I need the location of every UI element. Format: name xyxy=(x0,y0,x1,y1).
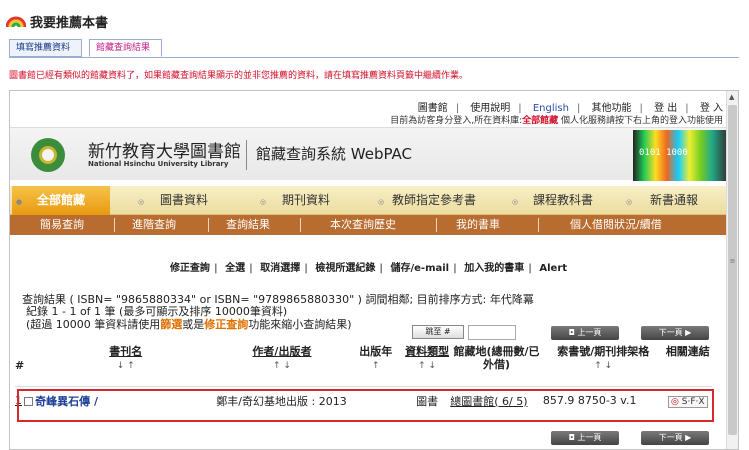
system-name: 館藏查詢系統 WebPAC xyxy=(256,145,413,163)
library-name-en: National Hsinchu University Library xyxy=(88,160,229,168)
filter-link[interactable]: 篩選 xyxy=(160,318,182,331)
nav-textbooks[interactable]: ◎ 課程教科書 xyxy=(508,186,618,215)
books-banner-image: 0101 1000 xyxy=(633,130,727,181)
sub-nav: 簡易查詢 進階查詢 查詢結果 本次查詢歷史 我的書車 個人借閱狀況/續借 xyxy=(10,215,727,235)
webpac-frame: 圖書館 | 使用說明 | English | 其他功能 | 登 出 | 登 入 目前為訪客… xyxy=(9,90,739,450)
record-info: 紀錄 1 - 1 of 1 筆 (最多可顯示及排序 10000筆資料) (超過 … xyxy=(26,305,352,331)
current-database: 全部館藏 xyxy=(522,116,559,126)
subnav-divider xyxy=(114,218,115,232)
limit-text-a: (超過 10000 筆資料請使用 xyxy=(26,318,161,331)
subnav-divider xyxy=(436,218,437,232)
subnav-divider xyxy=(208,218,209,232)
col-title[interactable]: 書刊名 ↓ ↑ xyxy=(35,341,217,387)
col-callno[interactable]: 索書號/期刊排架格 ↑ ↓ xyxy=(542,341,664,387)
action-add-cart[interactable]: 加入我的書車 xyxy=(464,263,524,274)
action-view-selected[interactable]: 檢視所選紀錄 xyxy=(315,263,375,274)
brand-divider xyxy=(246,140,247,170)
col-type[interactable]: 資料類型 ↑ ↓ xyxy=(403,341,451,387)
col-year[interactable]: 出版年 ↑ xyxy=(347,341,404,387)
library-name: 新竹教育大學圖書館 xyxy=(88,142,241,162)
subnav-results[interactable]: 查詢結果 xyxy=(226,215,270,235)
brand-bar: 新竹教育大學圖書館 National Hsinchu University Li… xyxy=(10,127,727,181)
nav-journals[interactable]: ◎ 期刊資料 xyxy=(256,186,356,215)
scroll-thumb[interactable] xyxy=(728,105,737,435)
tab-recommend-form[interactable]: 填寫推薦資料 xyxy=(9,39,82,57)
result-actions: 修正查詢 | 全選 | 取消選擇 | 檢視所選紀錄 | 儲存/e-mail | 加入我的書… xyxy=(169,263,568,274)
prev-page-button-bottom[interactable]: ◘ 上一頁 xyxy=(551,431,619,445)
nav-label: 新書通報 xyxy=(649,193,698,207)
subnav-advanced-search[interactable]: 進階查詢 xyxy=(132,215,176,235)
action-save-email[interactable]: 儲存/e-mail xyxy=(391,263,450,274)
nav-reserves[interactable]: ◎ 教師指定參考書 xyxy=(374,186,494,215)
action-alert[interactable]: Alert xyxy=(539,263,567,274)
webpac-content: 圖書館 | 使用說明 | English | 其他功能 | 登 出 | 登 入 目前為訪客… xyxy=(10,91,727,449)
nav-books[interactable]: ◎ 圖書資料 xyxy=(134,186,234,215)
login-status-suffix: 個人化服務請按下右上角的登入功能使用 xyxy=(558,116,723,126)
next-page-button-bottom[interactable]: 下一頁 ▶ xyxy=(641,431,709,445)
login-status-prefix: 目前為訪客身分登入,所在資料庫: xyxy=(390,116,523,126)
top-links: 圖書館 | 使用說明 | English | 其他功能 | 登 出 | 登 入 xyxy=(417,103,723,114)
nav-label: 教師指定參考書 xyxy=(391,193,476,207)
nav-all-collections[interactable]: ● 全部館藏 xyxy=(12,186,110,215)
action-clear[interactable]: 取消選擇 xyxy=(260,263,300,274)
scroll-up-icon[interactable]: ▲ xyxy=(729,93,734,101)
limit-text-c: 功能來縮小查詢結果) xyxy=(248,318,352,331)
vertical-scrollbar[interactable]: ▲ ≡ xyxy=(726,91,738,449)
col-num: # xyxy=(15,341,36,387)
nav-label: 課程教科書 xyxy=(532,193,593,207)
nav-label: 全部館藏 xyxy=(36,193,85,207)
refine-link[interactable]: 修正查詢 xyxy=(204,318,248,331)
binary-text: 0101 1000 xyxy=(639,148,688,158)
next-page-button[interactable]: 下一頁 ▶ xyxy=(641,326,709,340)
jump-input[interactable] xyxy=(468,325,516,340)
subnav-simple-search[interactable]: 簡易查詢 xyxy=(40,215,84,235)
record-count: 紀錄 1 - 1 of 1 筆 (最多可顯示及排序 10000筆資料) xyxy=(26,305,288,318)
jump-button[interactable]: 跳至 # xyxy=(412,325,464,339)
page-title: 我要推薦本書 xyxy=(30,16,109,31)
col-location[interactable]: 館藏地(總冊數/已外借) xyxy=(450,341,543,387)
limit-text-b: 或是 xyxy=(182,318,205,331)
tab-divider xyxy=(9,57,739,58)
subnav-my-cart[interactable]: 我的書車 xyxy=(456,215,500,235)
tab-search-results[interactable]: 館藏查詢結果 xyxy=(89,39,162,57)
scroll-grip-icon: ≡ xyxy=(729,257,736,265)
subnav-my-account[interactable]: 個人借閱狀況/續借 xyxy=(570,215,662,235)
col-related: 相關連結 xyxy=(663,341,712,387)
action-select-all[interactable]: 全選 xyxy=(225,263,245,274)
action-refine[interactable]: 修正查詢 xyxy=(170,263,210,274)
nav-label: 期刊資料 xyxy=(281,193,330,207)
col-author[interactable]: 作者/出版者 ↑ ↓ xyxy=(216,341,348,387)
main-nav: ● 全部館藏 ◎ 圖書資料 ◎ 期刊資料 ◎ 教師指定參考書 ◎ 課程教科書 ◎ 新書通報 xyxy=(10,186,727,215)
result-highlight xyxy=(17,389,714,422)
record-limit-note: (超過 10000 筆資料請使用篩選或是修正查詢功能來縮小查詢結果) xyxy=(26,318,352,331)
prev-page-button[interactable]: ◘ 上一頁 xyxy=(551,326,619,340)
page-header: 我要推薦本書 xyxy=(0,0,749,38)
notice-text: 圖書館已經有類似的館藏資料了，如果館藏查詢結果顯示的並非您推薦的資料，請在填寫推… xyxy=(9,71,469,81)
subnav-divider xyxy=(300,218,301,232)
subnav-history[interactable]: 本次查詢歷史 xyxy=(330,215,396,235)
nav-label: 圖書資料 xyxy=(159,193,208,207)
login-status: 目前為訪客身分登入,所在資料庫:全部館藏 個人化服務請按下右上角的登入功能使用 xyxy=(390,113,723,126)
nav-new-books[interactable]: ◎ 新書通報 xyxy=(622,186,726,215)
subnav-divider xyxy=(538,218,539,232)
rainbow-icon xyxy=(6,16,26,28)
logo-inner xyxy=(39,146,57,164)
table-header-row: # 書刊名 ↓ ↑ 作者/出版者 ↑ ↓ 出版年 ↑ 資料類型 ↑ ↓ 館藏地(總冊數/… xyxy=(15,341,712,387)
